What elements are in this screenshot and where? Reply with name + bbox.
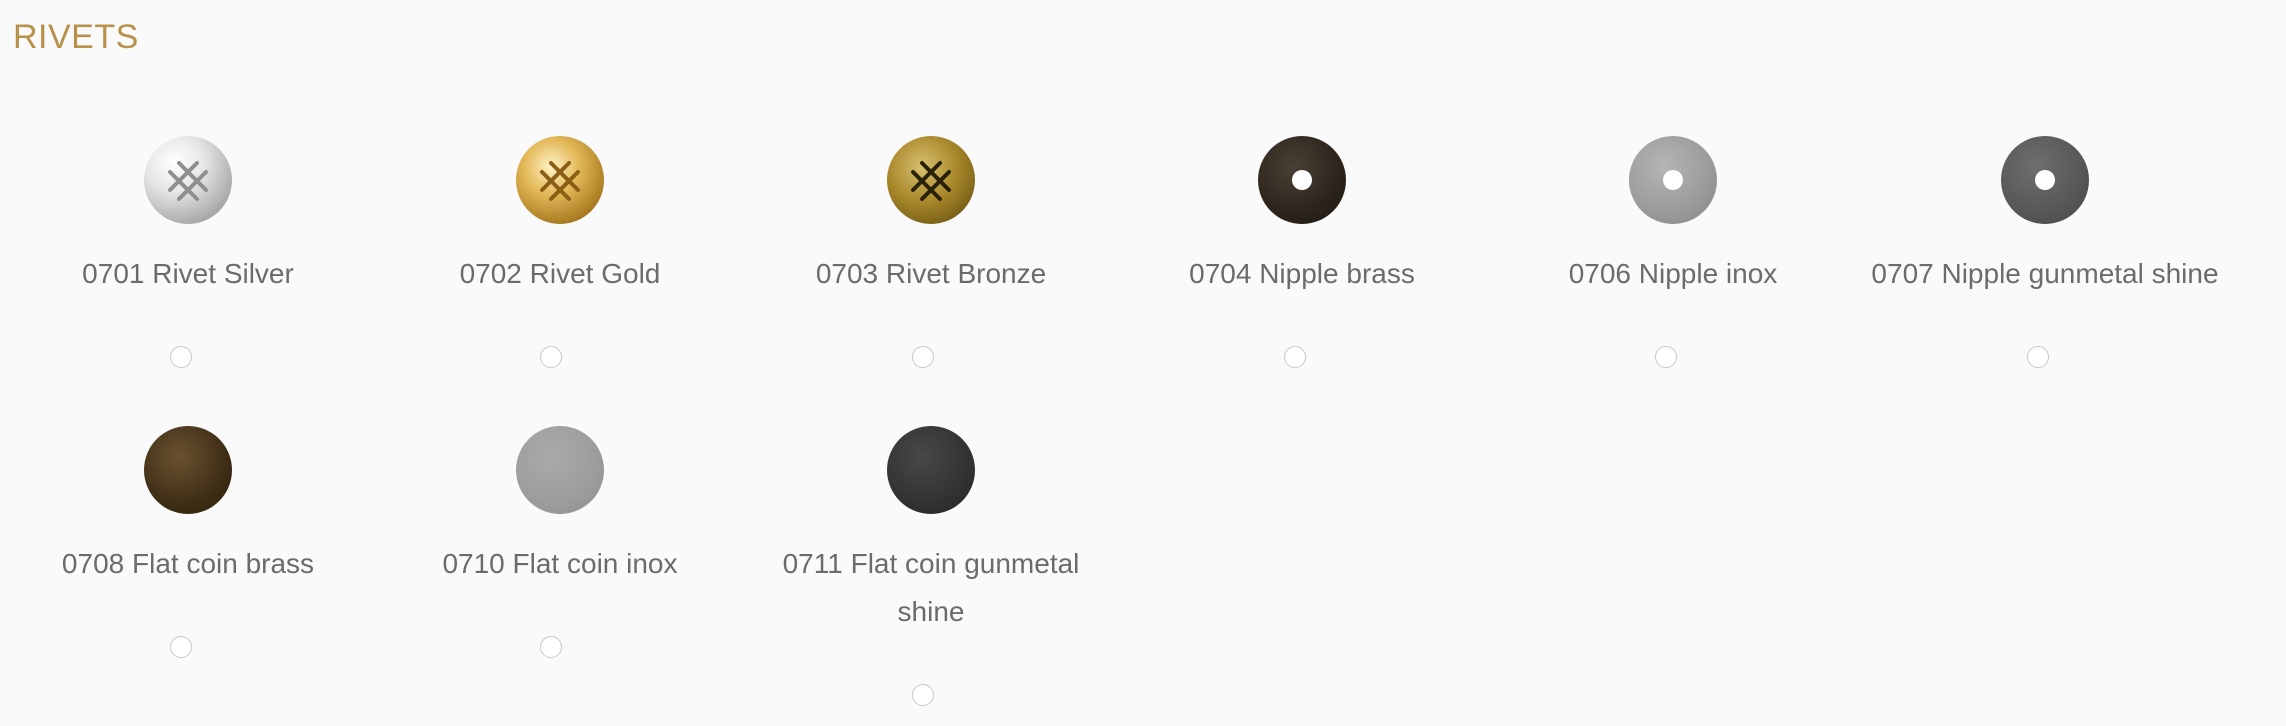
product-item[interactable]: 0711 Flat coin gunmetal shine	[745, 426, 1117, 636]
rivet-bronze-icon[interactable]	[887, 136, 975, 224]
flat-coin-brass-icon[interactable]	[144, 426, 232, 514]
product-label: 0704 Nipple brass	[1189, 258, 1415, 289]
product-label: 0703 Rivet Bronze	[815, 258, 1047, 289]
product-label: 0711 Flat coin gunmetal shine	[782, 548, 1080, 627]
select-radio-0702[interactable]	[540, 346, 562, 368]
product-label: 0701 Rivet Silver	[82, 258, 294, 289]
hole-icon	[1663, 170, 1683, 190]
select-radio-0710[interactable]	[540, 636, 562, 658]
emboss-pattern-icon	[911, 161, 951, 201]
product-label: 0707 Nipple gunmetal shine	[1871, 258, 2219, 289]
product-item[interactable]: 0707 Nipple gunmetal shine	[1859, 136, 2231, 298]
product-item[interactable]: 0703 Rivet Bronze	[745, 136, 1117, 298]
nipple-inox-icon[interactable]	[1629, 136, 1717, 224]
hole-icon	[1292, 170, 1312, 190]
rivet-gold-icon[interactable]	[516, 136, 604, 224]
nipple-brass-icon[interactable]	[1258, 136, 1346, 224]
select-radio-0708[interactable]	[170, 636, 192, 658]
flat-coin-gunmetal-icon[interactable]	[887, 426, 975, 514]
emboss-pattern-icon	[168, 161, 208, 201]
select-radio-0704[interactable]	[1284, 346, 1306, 368]
flat-coin-inox-icon[interactable]	[516, 426, 604, 514]
product-label: 0710 Flat coin inox	[442, 548, 678, 579]
emboss-pattern-icon	[540, 161, 580, 201]
product-grid: 0701 Rivet Silver 0702 Rivet Gold 0703 R…	[0, 0, 2286, 726]
nipple-gunmetal-icon[interactable]	[2001, 136, 2089, 224]
product-item[interactable]: 0704 Nipple brass	[1116, 136, 1488, 298]
select-radio-0701[interactable]	[170, 346, 192, 368]
select-radio-0703[interactable]	[912, 346, 934, 368]
product-item[interactable]: 0708 Flat coin brass	[2, 426, 374, 588]
product-item[interactable]: 0701 Rivet Silver	[2, 136, 374, 298]
hole-icon	[2035, 170, 2055, 190]
product-item[interactable]: 0710 Flat coin inox	[374, 426, 746, 588]
select-radio-0707[interactable]	[2027, 346, 2049, 368]
select-radio-0711[interactable]	[912, 684, 934, 706]
product-item[interactable]: 0706 Nipple inox	[1487, 136, 1859, 298]
product-label: 0708 Flat coin brass	[61, 548, 315, 579]
product-label: 0702 Rivet Gold	[459, 258, 661, 289]
product-item[interactable]: 0702 Rivet Gold	[374, 136, 746, 298]
rivet-silver-icon[interactable]	[144, 136, 232, 224]
product-label: 0706 Nipple inox	[1568, 258, 1778, 289]
select-radio-0706[interactable]	[1655, 346, 1677, 368]
